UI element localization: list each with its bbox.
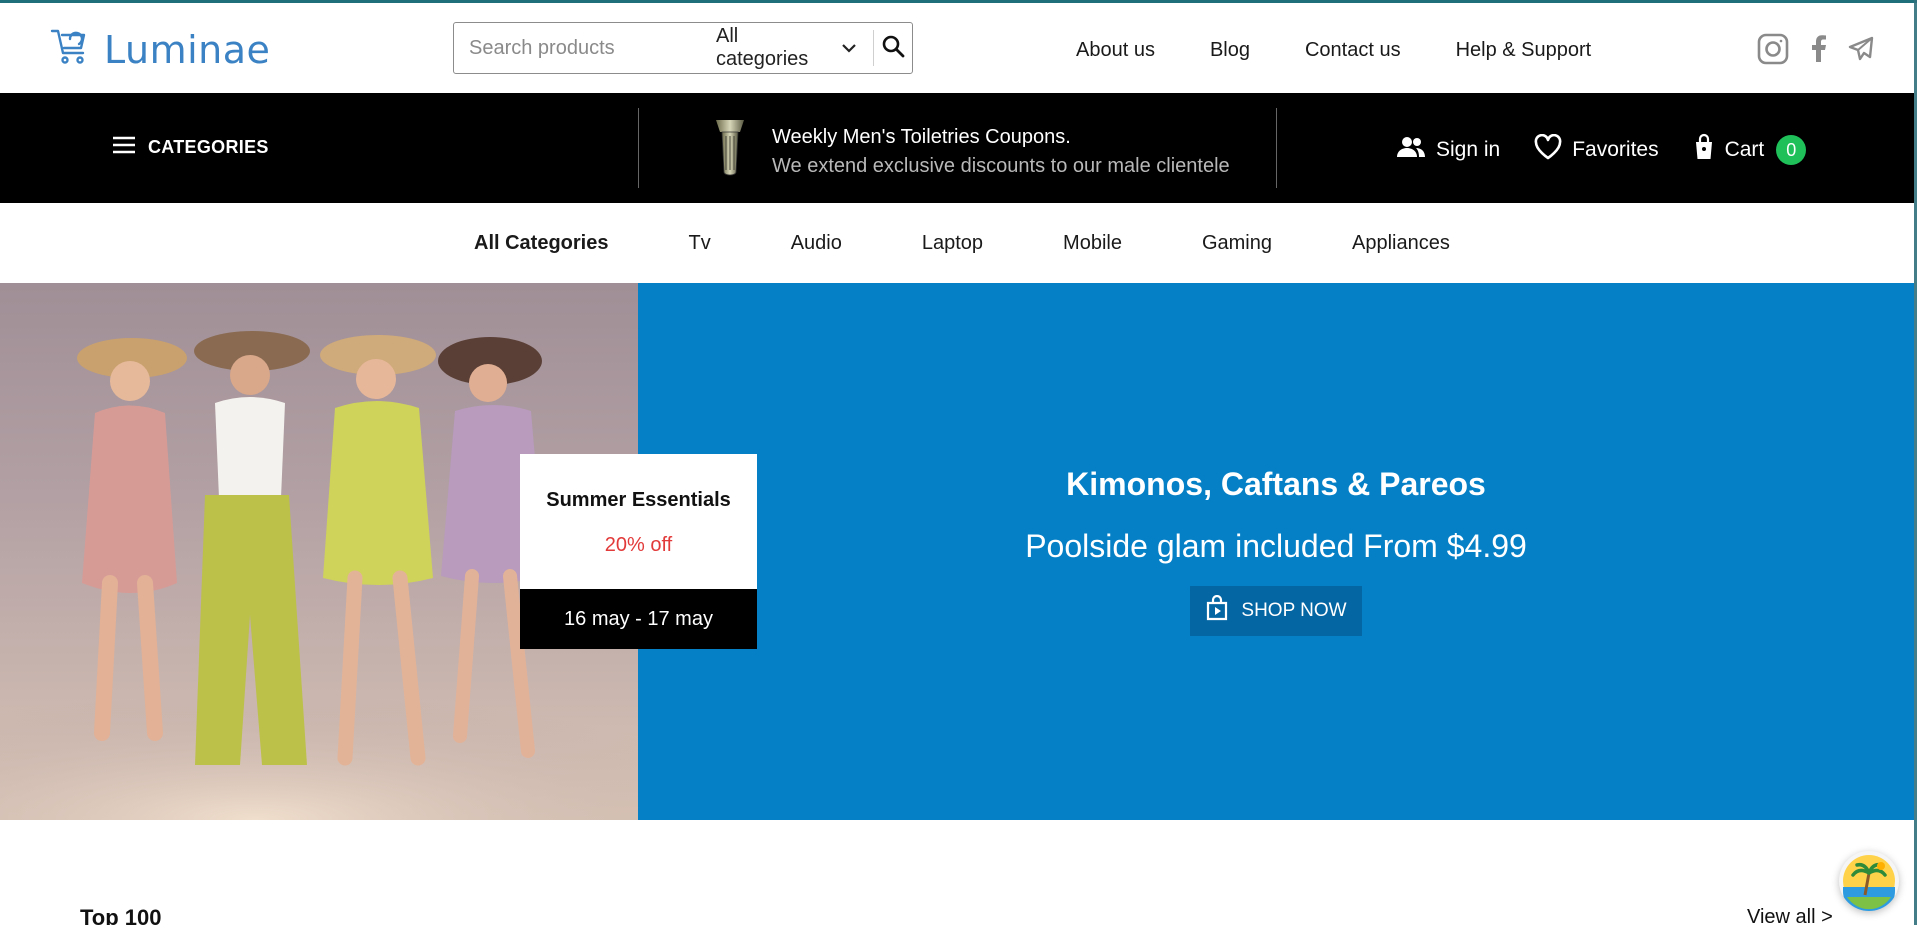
category-tab-audio[interactable]: Audio [791,232,842,255]
search-input[interactable] [454,23,704,73]
heart-icon [1534,133,1562,166]
categories-bar: CATEGORIES Weekly Men's Toiletries Coupo… [0,93,1914,203]
help-support-link[interactable]: Help & Support [1456,39,1592,62]
cart-logo-icon [50,27,90,72]
cart-label: Cart [1724,138,1765,161]
site-header: Luminae All categories About us Blog Con… [0,3,1914,93]
shopping-bag-icon [1693,133,1715,167]
category-tab-mobile[interactable]: Mobile [1063,232,1122,255]
search-button[interactable] [874,23,912,73]
floating-chat-button[interactable] [1839,851,1899,911]
category-tab-tv[interactable]: Tv [688,232,710,255]
top-links: About us Blog Contact us Help & Support [1076,39,1591,62]
category-tab-laptop[interactable]: Laptop [922,232,983,255]
cart-button[interactable]: Cart 0 [1693,133,1807,167]
shopping-bag-play-icon [1205,594,1229,627]
categories-menu-button[interactable]: CATEGORIES [112,135,269,160]
sign-in-button[interactable]: Sign in [1396,135,1500,165]
chevron-down-icon [841,37,857,60]
instagram-icon[interactable] [1756,32,1790,71]
category-tab-gaming[interactable]: Gaming [1202,232,1272,255]
social-links [1756,32,1874,71]
view-all-link[interactable]: View all > [1747,906,1833,925]
promo-subtitle: We extend exclusive discounts to our mal… [772,154,1230,177]
telegram-icon[interactable] [1848,36,1874,67]
about-us-link[interactable]: About us [1076,39,1155,62]
brand-logo[interactable]: Luminae [50,27,270,72]
hero-title: Kimonos, Caftans & Pareos [1066,466,1486,502]
account-actions: Sign in Favorites Cart 0 [1396,133,1807,167]
facebook-icon[interactable] [1808,35,1830,68]
category-tab-all[interactable]: All Categories [474,232,608,255]
bar-divider [1276,108,1277,188]
beach-icon [1843,855,1895,911]
shop-now-label: SHOP NOW [1241,600,1347,621]
summer-essentials-card[interactable]: Summer Essentials 20% off 16 may - 17 ma… [520,454,757,649]
section-title: Top 100 [80,905,162,925]
search-category-select[interactable]: All categories [704,25,874,70]
promo-banner[interactable]: Weekly Men's Toiletries Coupons. We exte… [712,118,1230,185]
razor-product-icon [712,118,748,185]
card-title: Summer Essentials [546,489,731,511]
sign-in-label: Sign in [1436,138,1501,161]
bar-divider [638,108,639,188]
hero-subtitle: Poolside glam included From $4.99 [1025,528,1527,564]
hero-banner: Kimonos, Caftans & Pareos Poolside glam … [638,283,1914,820]
card-dates: 16 may - 17 may [520,589,757,649]
shop-now-button[interactable]: SHOP NOW [1190,586,1362,636]
blog-link[interactable]: Blog [1210,39,1250,62]
hamburger-icon [112,135,136,160]
search-bar: All categories [453,22,913,74]
card-discount: 20% off [604,534,673,556]
search-icon [881,34,905,63]
categories-label: CATEGORIES [148,137,269,157]
contact-us-link[interactable]: Contact us [1305,39,1401,62]
brand-name: Luminae [104,27,271,72]
users-icon [1396,135,1426,165]
favorites-label: Favorites [1572,138,1659,161]
search-category-label: All categories [716,25,809,70]
promo-title: Weekly Men's Toiletries Coupons. [772,125,1071,148]
category-nav: All Categories Tv Audio Laptop Mobile Ga… [0,203,1914,283]
favorites-button[interactable]: Favorites [1534,133,1659,166]
cart-count-badge: 0 [1776,135,1807,165]
category-tab-appliances[interactable]: Appliances [1352,232,1450,255]
